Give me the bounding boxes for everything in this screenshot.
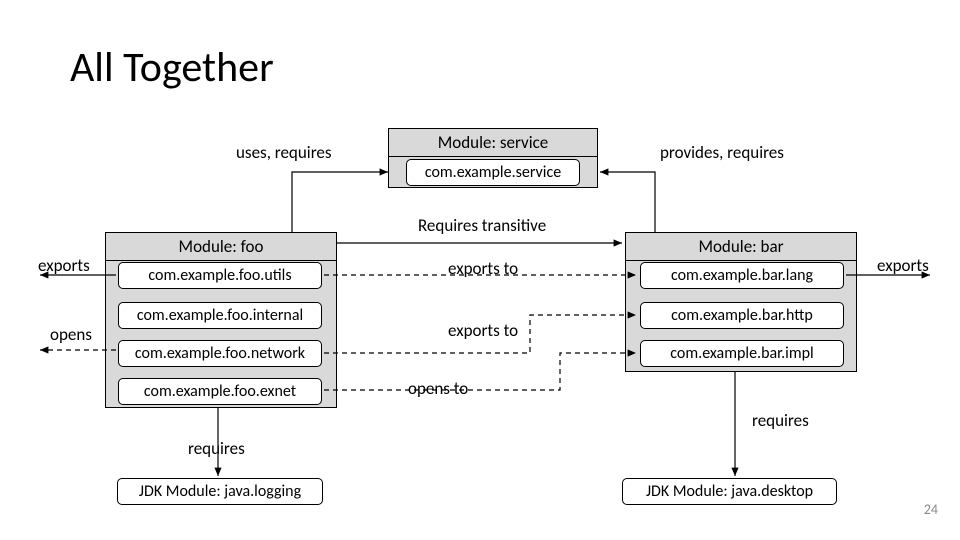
label-opens: opens xyxy=(50,324,92,345)
label-exports-to-2: exports to xyxy=(448,320,518,341)
pkg-foo-network: com.example.foo.network xyxy=(118,340,322,367)
module-bar-title: Module: bar xyxy=(626,233,856,261)
label-requires-transitive: Requires transitive xyxy=(418,215,546,236)
label-requires-foo: requires xyxy=(188,438,245,459)
pkg-bar-lang: com.example.bar.lang xyxy=(640,262,844,289)
jdk-desktop: JDK Module: java.desktop xyxy=(622,478,837,505)
pkg-bar-http: com.example.bar.http xyxy=(640,302,844,329)
label-exports-to-1: exports to xyxy=(448,258,518,279)
label-provides-requires: provides, requires xyxy=(660,142,784,163)
module-foo-title: Module: foo xyxy=(106,233,336,261)
jdk-logging: JDK Module: java.logging xyxy=(117,478,323,505)
label-opens-to: opens to xyxy=(408,378,468,399)
pkg-foo-internal: com.example.foo.internal xyxy=(118,302,322,329)
slide-number: 24 xyxy=(924,501,938,518)
label-requires-bar: requires xyxy=(752,410,809,431)
slide-title: All Together xyxy=(70,42,274,93)
pkg-foo-utils: com.example.foo.utils xyxy=(118,262,322,289)
label-exports-left: exports xyxy=(38,255,90,276)
module-service-title: Module: service xyxy=(389,129,597,157)
pkg-service: com.example.service xyxy=(406,159,580,186)
pkg-foo-exnet: com.example.foo.exnet xyxy=(118,378,322,405)
label-exports-right: exports xyxy=(877,255,929,276)
label-uses-requires: uses, requires xyxy=(236,142,332,163)
pkg-bar-impl: com.example.bar.impl xyxy=(640,340,844,367)
